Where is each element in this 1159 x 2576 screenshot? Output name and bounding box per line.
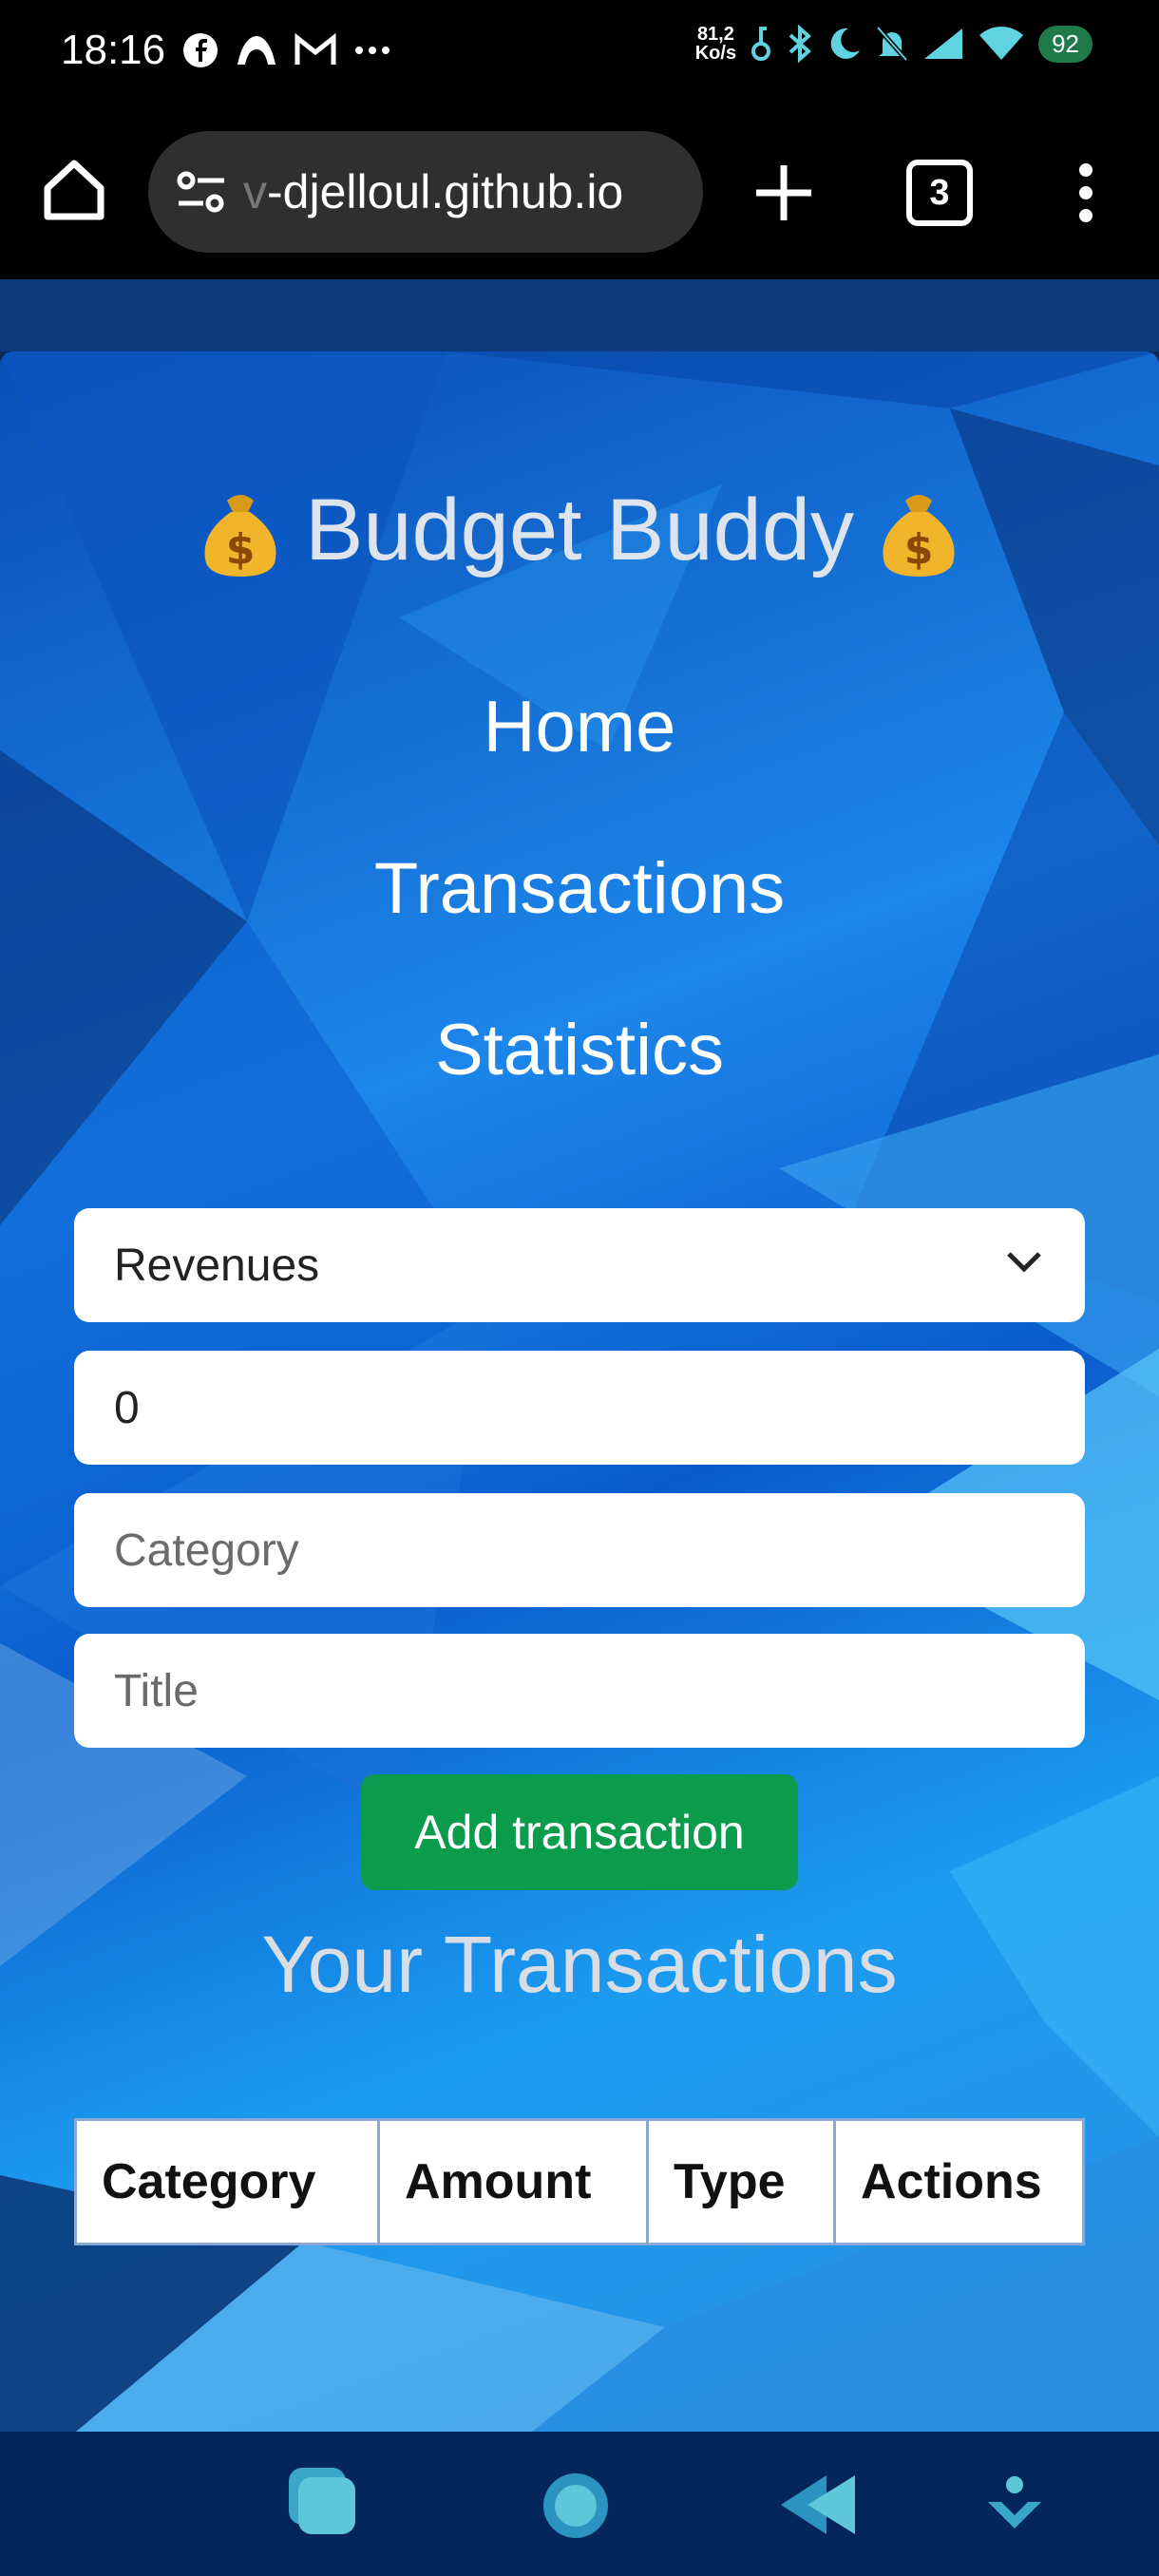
new-tab-icon[interactable] xyxy=(750,160,817,226)
column-header-amount: Amount xyxy=(377,2118,649,2245)
nav-home-link[interactable]: Home xyxy=(0,686,1159,768)
tab-switcher-button[interactable]: 3 xyxy=(906,160,973,226)
transactions-heading: Your Transactions xyxy=(261,1920,898,2009)
key-icon xyxy=(751,27,771,61)
more-notifications-icon xyxy=(355,47,390,54)
status-time: 18:16 xyxy=(61,27,166,73)
nav-transactions-link[interactable]: Transactions xyxy=(0,847,1159,930)
system-navigation-bar xyxy=(0,2432,1159,2576)
bluetooth-icon xyxy=(788,25,812,63)
net-speed-value: 81,2 xyxy=(696,24,734,45)
status-bar: 18:16 81,2 Ko/s 92 xyxy=(0,0,1159,112)
battery-badge: 92 xyxy=(1038,25,1092,63)
transactions-table: Category Amount Type Actions xyxy=(74,2118,1085,2245)
svg-text:$: $ xyxy=(904,525,934,574)
net-speed-unit: Ko/s xyxy=(694,43,737,64)
wifi-icon xyxy=(979,27,1024,60)
title-input[interactable]: Title xyxy=(74,1634,1085,1748)
cellular-signal-icon xyxy=(924,28,963,59)
facebook-icon xyxy=(183,33,218,67)
back-icon[interactable] xyxy=(779,2472,859,2538)
budget-app-container: $ Budget Buddy $ Home Transactions Stati… xyxy=(0,351,1159,2432)
assistant-download-icon[interactable] xyxy=(984,2473,1045,2534)
url-faded-part: v xyxy=(243,165,267,218)
home-circle-icon[interactable] xyxy=(538,2468,614,2544)
chevron-down-icon xyxy=(1007,1252,1041,1273)
money-bag-icon: $ xyxy=(204,494,276,577)
app-title-text: Budget Buddy xyxy=(304,482,854,579)
app-content: $ Budget Buddy $ Home Transactions Stati… xyxy=(0,351,1159,2432)
transaction-type-value: Revenues xyxy=(114,1240,320,1291)
category-input[interactable]: Category xyxy=(74,1493,1085,1607)
mountain-app-icon xyxy=(238,36,276,65)
url-domain: -djelloul.github.io xyxy=(267,165,624,218)
address-bar[interactable]: v-djelloul.github.io xyxy=(148,131,703,253)
browser-menu-icon[interactable] xyxy=(1072,163,1100,239)
app-title: $ Budget Buddy $ xyxy=(0,475,1159,580)
home-icon[interactable] xyxy=(40,156,108,224)
site-settings-icon[interactable] xyxy=(173,163,230,220)
system-status-icons: 81,2 Ko/s 92 xyxy=(695,25,1092,63)
column-header-actions: Actions xyxy=(833,2118,1085,2245)
notification-icons xyxy=(182,32,391,68)
page-top-strip xyxy=(0,279,1159,351)
silent-bell-icon xyxy=(876,26,908,62)
nav-statistics-link[interactable]: Statistics xyxy=(0,1009,1159,1091)
money-bag-icon: $ xyxy=(883,494,955,577)
gmail-icon xyxy=(294,33,336,65)
transaction-type-select[interactable]: Revenues xyxy=(74,1208,1085,1322)
amount-input[interactable]: 0 xyxy=(74,1351,1085,1465)
svg-text:$: $ xyxy=(226,525,256,574)
browser-toolbar: v-djelloul.github.io 3 xyxy=(0,112,1159,279)
add-transaction-button[interactable]: Add transaction xyxy=(361,1774,798,1890)
column-header-type: Type xyxy=(646,2118,836,2245)
net-speed: 81,2 Ko/s xyxy=(695,25,736,63)
column-header-category: Category xyxy=(74,2118,380,2245)
url-text[interactable]: v-djelloul.github.io xyxy=(243,164,623,219)
recent-apps-icon[interactable] xyxy=(285,2466,361,2542)
table-header-row: Category Amount Type Actions xyxy=(74,2118,1085,2245)
do-not-disturb-moon-icon xyxy=(830,28,861,59)
